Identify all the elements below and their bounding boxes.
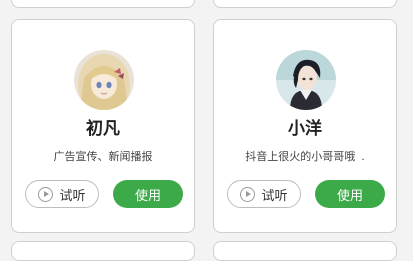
voice-description: 广告宣传、新闻播报 bbox=[53, 150, 153, 163]
voice-description-suffix: . bbox=[361, 150, 365, 163]
anime-boy-avatar bbox=[276, 50, 336, 110]
use-button[interactable]: 使用 bbox=[315, 180, 385, 208]
listen-button[interactable]: 试听 bbox=[227, 180, 301, 208]
voice-card-partial-bottom-left bbox=[11, 241, 195, 261]
voice-card-partial-bottom-right bbox=[213, 241, 397, 261]
voice-description-row: 抖音上很火的小哥哥哦. bbox=[214, 150, 396, 164]
anime-girl-avatar bbox=[74, 50, 134, 110]
voice-card-partial-top-left bbox=[11, 0, 195, 8]
voice-name: 初凡 bbox=[86, 119, 120, 139]
play-icon bbox=[38, 186, 54, 202]
voice-description: 抖音上很火的小哥哥哦 bbox=[245, 150, 356, 163]
voice-card: 小洋 抖音上很火的小哥哥哦. 试听 使用 bbox=[213, 19, 397, 233]
play-icon bbox=[240, 186, 256, 202]
voice-name: 小洋 bbox=[288, 119, 322, 139]
voice-card: 初凡 广告宣传、新闻播报 试听 使用 bbox=[11, 19, 195, 233]
use-button[interactable]: 使用 bbox=[113, 180, 183, 208]
voice-card-partial-top-right bbox=[213, 0, 397, 8]
listen-button[interactable]: 试听 bbox=[25, 180, 99, 208]
listen-label: 试听 bbox=[261, 188, 288, 204]
listen-label: 试听 bbox=[59, 188, 86, 204]
